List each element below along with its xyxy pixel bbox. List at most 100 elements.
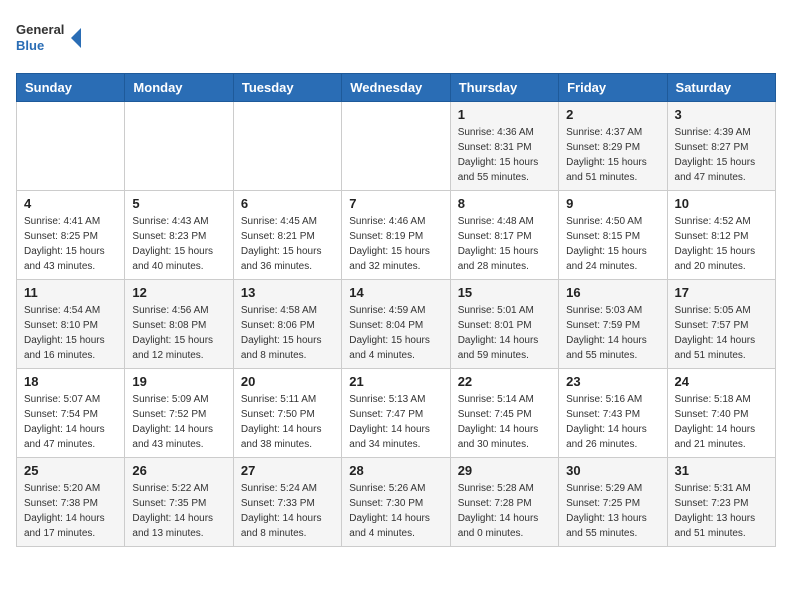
day-info: Sunrise: 4:46 AM Sunset: 8:19 PM Dayligh… bbox=[349, 214, 442, 274]
day-info: Sunrise: 5:03 AM Sunset: 7:59 PM Dayligh… bbox=[566, 303, 659, 363]
logo-svg: General Blue bbox=[16, 16, 86, 61]
calendar-cell: 13 Sunrise: 4:58 AM Sunset: 8:06 PM Dayli… bbox=[233, 280, 341, 369]
day-info: Sunrise: 4:45 AM Sunset: 8:21 PM Dayligh… bbox=[241, 214, 334, 274]
calendar-cell bbox=[342, 102, 450, 191]
calendar-cell: 21Sunrise: 5:13 AM Sunset: 7:47 PM Dayli… bbox=[342, 369, 450, 458]
week-row-4: 18Sunrise: 5:07 AM Sunset: 7:54 PM Dayli… bbox=[17, 369, 776, 458]
calendar-cell: 16 Sunrise: 5:03 AM Sunset: 7:59 PM Dayli… bbox=[559, 280, 667, 369]
day-number: 8 bbox=[458, 196, 551, 211]
calendar-cell: 29 Sunrise: 5:28 AM Sunset: 7:28 PM Dayli… bbox=[450, 458, 558, 547]
day-number: 15 bbox=[458, 285, 551, 300]
day-info: Sunrise: 4:41 AM Sunset: 8:25 PM Dayligh… bbox=[24, 214, 117, 274]
day-info: Sunrise: 5:28 AM Sunset: 7:28 PM Dayligh… bbox=[458, 481, 551, 541]
calendar-cell: 9 Sunrise: 4:50 AM Sunset: 8:15 PM Daylig… bbox=[559, 191, 667, 280]
day-header-saturday: Saturday bbox=[667, 74, 775, 102]
day-number: 25 bbox=[24, 463, 117, 478]
day-info: Sunrise: 5:18 AM Sunset: 7:40 PM Dayligh… bbox=[675, 392, 768, 452]
day-info: Sunrise: 5:24 AM Sunset: 7:33 PM Dayligh… bbox=[241, 481, 334, 541]
day-info: Sunrise: 5:16 AM Sunset: 7:43 PM Dayligh… bbox=[566, 392, 659, 452]
calendar-cell: 11 Sunrise: 4:54 AM Sunset: 8:10 PM Dayli… bbox=[17, 280, 125, 369]
day-number: 1 bbox=[458, 107, 551, 122]
day-number: 3 bbox=[675, 107, 768, 122]
day-info: Sunrise: 4:58 AM Sunset: 8:06 PM Dayligh… bbox=[241, 303, 334, 363]
day-header-monday: Monday bbox=[125, 74, 233, 102]
day-header-sunday: Sunday bbox=[17, 74, 125, 102]
day-number: 24 bbox=[675, 374, 768, 389]
calendar-cell bbox=[125, 102, 233, 191]
day-number: 22 bbox=[458, 374, 551, 389]
day-number: 28 bbox=[349, 463, 442, 478]
day-number: 31 bbox=[675, 463, 768, 478]
day-info: Sunrise: 4:48 AM Sunset: 8:17 PM Dayligh… bbox=[458, 214, 551, 274]
calendar-cell: 19 Sunrise: 5:09 AM Sunset: 7:52 PM Dayli… bbox=[125, 369, 233, 458]
day-info: Sunrise: 4:54 AM Sunset: 8:10 PM Dayligh… bbox=[24, 303, 117, 363]
week-row-5: 25 Sunrise: 5:20 AM Sunset: 7:38 PM Dayli… bbox=[17, 458, 776, 547]
day-number: 4 bbox=[24, 196, 117, 211]
calendar-cell: 23 Sunrise: 5:16 AM Sunset: 7:43 PM Dayli… bbox=[559, 369, 667, 458]
calendar-cell bbox=[17, 102, 125, 191]
day-number: 29 bbox=[458, 463, 551, 478]
calendar-cell: 28 Sunrise: 5:26 AM Sunset: 7:30 PM Dayli… bbox=[342, 458, 450, 547]
day-info: Sunrise: 5:07 AM Sunset: 7:54 PM Dayligh… bbox=[24, 392, 117, 452]
day-number: 27 bbox=[241, 463, 334, 478]
calendar-cell: 1 Sunrise: 4:36 AM Sunset: 8:31 PM Daylig… bbox=[450, 102, 558, 191]
day-number: 9 bbox=[566, 196, 659, 211]
calendar-cell bbox=[233, 102, 341, 191]
day-number: 16 bbox=[566, 285, 659, 300]
calendar-table: SundayMondayTuesdayWednesdayThursdayFrid… bbox=[16, 73, 776, 547]
calendar-cell: 3Sunrise: 4:39 AM Sunset: 8:27 PM Daylig… bbox=[667, 102, 775, 191]
day-info: Sunrise: 5:20 AM Sunset: 7:38 PM Dayligh… bbox=[24, 481, 117, 541]
svg-text:General: General bbox=[16, 22, 64, 37]
calendar-cell: 14 Sunrise: 4:59 AM Sunset: 8:04 PM Dayli… bbox=[342, 280, 450, 369]
calendar-cell: 24 Sunrise: 5:18 AM Sunset: 7:40 PM Dayli… bbox=[667, 369, 775, 458]
calendar-cell: 20 Sunrise: 5:11 AM Sunset: 7:50 PM Dayli… bbox=[233, 369, 341, 458]
calendar-cell: 10 Sunrise: 4:52 AM Sunset: 8:12 PM Dayli… bbox=[667, 191, 775, 280]
calendar-cell: 2Sunrise: 4:37 AM Sunset: 8:29 PM Daylig… bbox=[559, 102, 667, 191]
day-number: 14 bbox=[349, 285, 442, 300]
calendar-header-row: SundayMondayTuesdayWednesdayThursdayFrid… bbox=[17, 74, 776, 102]
day-header-wednesday: Wednesday bbox=[342, 74, 450, 102]
day-info: Sunrise: 4:43 AM Sunset: 8:23 PM Dayligh… bbox=[132, 214, 225, 274]
day-number: 2 bbox=[566, 107, 659, 122]
day-info: Sunrise: 4:50 AM Sunset: 8:15 PM Dayligh… bbox=[566, 214, 659, 274]
day-info: Sunrise: 4:36 AM Sunset: 8:31 PM Dayligh… bbox=[458, 125, 551, 185]
svg-text:Blue: Blue bbox=[16, 38, 44, 53]
day-number: 13 bbox=[241, 285, 334, 300]
day-number: 19 bbox=[132, 374, 225, 389]
day-number: 10 bbox=[675, 196, 768, 211]
day-number: 5 bbox=[132, 196, 225, 211]
day-number: 21 bbox=[349, 374, 442, 389]
calendar-cell: 17 Sunrise: 5:05 AM Sunset: 7:57 PM Dayli… bbox=[667, 280, 775, 369]
calendar-cell: 26Sunrise: 5:22 AM Sunset: 7:35 PM Dayli… bbox=[125, 458, 233, 547]
calendar-cell: 7Sunrise: 4:46 AM Sunset: 8:19 PM Daylig… bbox=[342, 191, 450, 280]
day-number: 23 bbox=[566, 374, 659, 389]
calendar-cell: 4 Sunrise: 4:41 AM Sunset: 8:25 PM Daylig… bbox=[17, 191, 125, 280]
day-header-friday: Friday bbox=[559, 74, 667, 102]
calendar-cell: 15Sunrise: 5:01 AM Sunset: 8:01 PM Dayli… bbox=[450, 280, 558, 369]
week-row-2: 4 Sunrise: 4:41 AM Sunset: 8:25 PM Daylig… bbox=[17, 191, 776, 280]
calendar-cell: 12Sunrise: 4:56 AM Sunset: 8:08 PM Dayli… bbox=[125, 280, 233, 369]
day-info: Sunrise: 5:11 AM Sunset: 7:50 PM Dayligh… bbox=[241, 392, 334, 452]
calendar-cell: 22Sunrise: 5:14 AM Sunset: 7:45 PM Dayli… bbox=[450, 369, 558, 458]
logo: General Blue bbox=[16, 16, 86, 61]
day-info: Sunrise: 5:09 AM Sunset: 7:52 PM Dayligh… bbox=[132, 392, 225, 452]
day-number: 11 bbox=[24, 285, 117, 300]
calendar-cell: 8 Sunrise: 4:48 AM Sunset: 8:17 PM Daylig… bbox=[450, 191, 558, 280]
week-row-1: 1 Sunrise: 4:36 AM Sunset: 8:31 PM Daylig… bbox=[17, 102, 776, 191]
day-info: Sunrise: 5:26 AM Sunset: 7:30 PM Dayligh… bbox=[349, 481, 442, 541]
day-info: Sunrise: 5:31 AM Sunset: 7:23 PM Dayligh… bbox=[675, 481, 768, 541]
page-header: General Blue bbox=[16, 16, 776, 61]
day-info: Sunrise: 5:05 AM Sunset: 7:57 PM Dayligh… bbox=[675, 303, 768, 363]
day-info: Sunrise: 4:52 AM Sunset: 8:12 PM Dayligh… bbox=[675, 214, 768, 274]
calendar-cell: 27 Sunrise: 5:24 AM Sunset: 7:33 PM Dayli… bbox=[233, 458, 341, 547]
calendar-cell: 6Sunrise: 4:45 AM Sunset: 8:21 PM Daylig… bbox=[233, 191, 341, 280]
calendar-cell: 31 Sunrise: 5:31 AM Sunset: 7:23 PM Dayli… bbox=[667, 458, 775, 547]
day-info: Sunrise: 4:59 AM Sunset: 8:04 PM Dayligh… bbox=[349, 303, 442, 363]
day-number: 17 bbox=[675, 285, 768, 300]
day-info: Sunrise: 4:56 AM Sunset: 8:08 PM Dayligh… bbox=[132, 303, 225, 363]
calendar-cell: 5 Sunrise: 4:43 AM Sunset: 8:23 PM Daylig… bbox=[125, 191, 233, 280]
day-header-thursday: Thursday bbox=[450, 74, 558, 102]
day-number: 20 bbox=[241, 374, 334, 389]
calendar-cell: 25 Sunrise: 5:20 AM Sunset: 7:38 PM Dayli… bbox=[17, 458, 125, 547]
day-info: Sunrise: 5:29 AM Sunset: 7:25 PM Dayligh… bbox=[566, 481, 659, 541]
